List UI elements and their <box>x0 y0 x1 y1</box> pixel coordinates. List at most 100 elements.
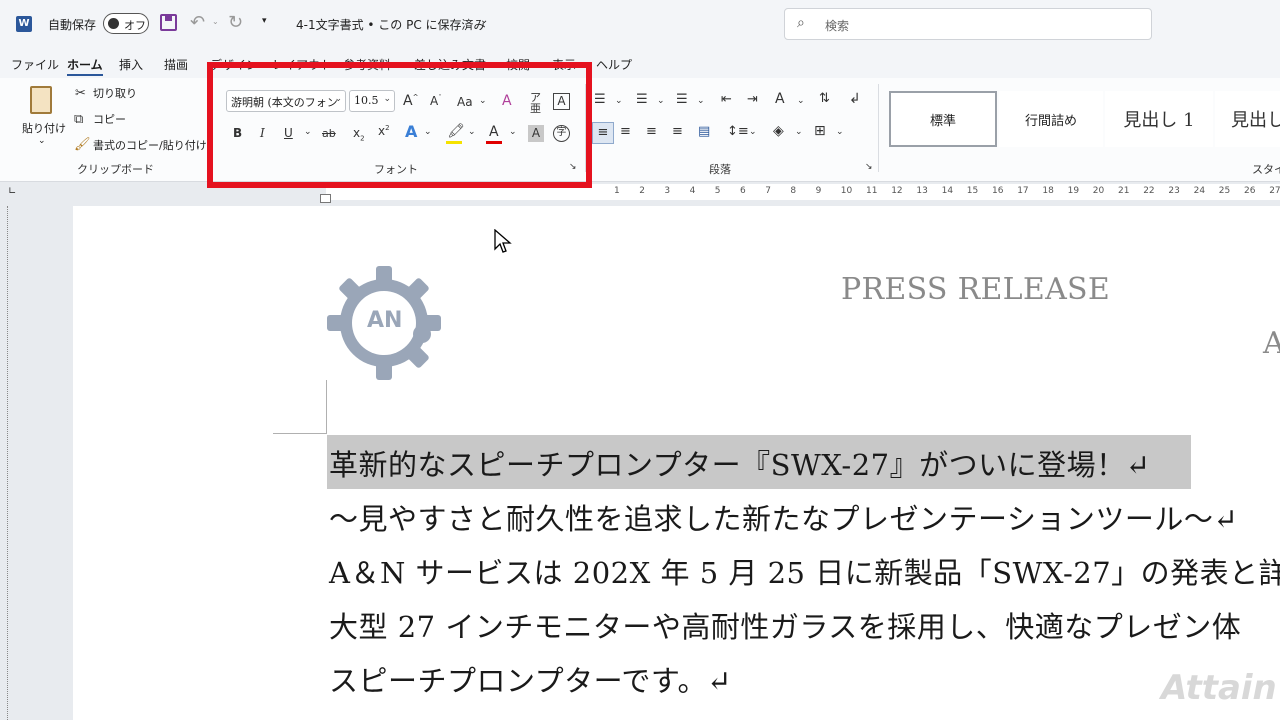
doc-line-1[interactable]: 革新的なスピーチプロンプター『SWX-27』がついに登場！↵ <box>329 442 1150 484</box>
save-icon[interactable] <box>160 14 177 31</box>
bullets-icon[interactable]: ☰ <box>594 93 606 106</box>
redo-icon[interactable]: ↻ <box>228 12 243 33</box>
style-heading-2-label: 見出し <box>1231 110 1280 131</box>
paste-button[interactable]: 貼り付け ⌄ <box>18 84 68 150</box>
shading-dropdown-icon[interactable]: ⌄ <box>795 128 803 137</box>
increase-indent-icon[interactable]: ⇥ <box>747 93 758 106</box>
ruler-number: 12 <box>891 186 903 196</box>
multilevel-list-icon[interactable]: ☰ <box>676 93 688 106</box>
ruler-number: 6 <box>740 186 746 196</box>
ruler-number: 20 <box>1092 186 1105 196</box>
doc-line-5[interactable]: スピーチプロンプターです。↵ <box>329 658 732 700</box>
autosave-state: オフ <box>124 19 146 32</box>
ruler-number: 10 <box>840 186 853 196</box>
style-normal-label: 標準 <box>929 113 956 129</box>
ruler-number: 23 <box>1168 186 1180 196</box>
tab-selector-icon[interactable]: ∟ <box>8 186 16 197</box>
line-spacing-dropdown-icon[interactable]: ⌄ <box>749 128 757 137</box>
style-heading-2[interactable]: 見出し <box>1215 91 1280 147</box>
shading-icon[interactable]: ◈ <box>773 124 784 138</box>
right-edge-text: A <box>1263 326 1280 361</box>
search-placeholder: 検索 <box>825 19 850 33</box>
copy-button[interactable]: コピー <box>93 114 126 125</box>
align-center-icon[interactable]: ≡ <box>620 125 631 138</box>
horizontal-ruler[interactable]: ∟ 1 2 3 4 5 6 7 8 9 10 11 12 13 14 15 16 17 18 19 20 21 22 23 2… <box>0 182 1280 203</box>
press-release-heading: PRESS RELEASE <box>841 272 1111 307</box>
separator <box>878 84 879 172</box>
style-normal[interactable]: 標準 <box>889 91 997 147</box>
style-heading-1[interactable]: 見出し 1 <box>1105 91 1213 147</box>
search-icon: ⌕ <box>797 15 805 31</box>
ruler-number: 19 <box>1067 186 1080 196</box>
cut-button[interactable]: 切り取り <box>93 88 137 99</box>
numbering-dropdown-icon[interactable]: ⌄ <box>657 97 665 106</box>
font-group-highlight <box>207 62 592 188</box>
document-page[interactable]: AN PRESS RELEASE A 革新的なスピーチプロンプター『SWX-27… <box>73 206 1280 720</box>
format-painter-button[interactable]: 書式のコピー/貼り付け <box>93 140 207 151</box>
doc-line-4[interactable]: 大型 27 インチモニターや高耐性ガラスを採用し、快適なプレゼン体 <box>329 604 1241 646</box>
align-left-icon[interactable]: ≡ <box>592 122 614 144</box>
document-title[interactable]: 4-1文字書式 • この PC に保存済み <box>296 16 486 33</box>
ruler-number: 22 <box>1143 186 1155 196</box>
ruler-number: 8 <box>790 186 797 196</box>
borders-icon[interactable]: ⊞ <box>814 124 826 138</box>
multilevel-dropdown-icon[interactable]: ⌄ <box>697 97 705 106</box>
numbering-icon[interactable]: ☰ <box>636 93 648 106</box>
ruler-number: 25 <box>1218 186 1231 196</box>
justify-icon[interactable]: ≡ <box>672 125 683 138</box>
autosave-toggle[interactable]: オフ <box>103 13 149 34</box>
word-app-icon: W <box>16 16 32 32</box>
tab-home[interactable]: ホーム <box>67 56 103 76</box>
ruler-number: 7 <box>765 186 771 196</box>
scissors-icon: ✂ <box>75 86 86 101</box>
tab-draw[interactable]: 描画 <box>164 56 188 73</box>
style-no-spacing-label: 行間詰め <box>1024 113 1077 129</box>
customize-toolbar-icon[interactable]: ▾ <box>262 16 267 26</box>
vruler-track <box>7 206 17 720</box>
copy-icon: ⧉ <box>74 112 84 127</box>
ruler-number: 1 <box>614 186 620 196</box>
distributed-icon[interactable]: ▤ <box>698 125 710 138</box>
doc-line-2[interactable]: ～見やすさと耐久性を追求した新たなプレゼンテーションツール～↵ <box>329 496 1238 538</box>
undo-icon[interactable]: ↶ <box>190 12 205 33</box>
ruler-number: 21 <box>1118 186 1130 196</box>
ruler-number: 2 <box>639 186 645 196</box>
asian-layout-icon[interactable]: A <box>775 92 785 106</box>
indent-marker-icon[interactable] <box>320 194 331 203</box>
toggle-knob <box>108 18 119 29</box>
mouse-cursor-icon <box>494 229 512 253</box>
ruler-number: 4 <box>689 186 696 196</box>
show-marks-icon[interactable]: ↲ <box>849 92 861 106</box>
paragraph-dialog-launcher-icon[interactable]: ↘ <box>865 163 873 172</box>
search-box[interactable]: ⌕ 検索 <box>784 8 1152 40</box>
format-painter-icon: 🖌 <box>74 137 91 152</box>
borders-dropdown-icon[interactable]: ⌄ <box>836 128 844 137</box>
doc-line-3[interactable]: A＆N サービスは 202X 年 5 月 25 日に新製品「SWX-27」の発表… <box>329 550 1280 592</box>
align-right-icon[interactable]: ≡ <box>646 125 657 138</box>
sort-icon[interactable]: ⇅ <box>819 92 830 105</box>
tab-help[interactable]: ヘルプ <box>596 56 632 73</box>
asian-layout-dropdown-icon[interactable]: ⌄ <box>797 97 805 106</box>
bullets-dropdown-icon[interactable]: ⌄ <box>615 97 623 106</box>
tab-file[interactable]: ファイル <box>11 56 59 73</box>
ruler-number: 17 <box>1017 186 1029 196</box>
ruler-number: 11 <box>866 186 878 196</box>
style-heading-1-label: 見出し 1 <box>1123 110 1195 131</box>
ruler-number: 26 <box>1244 186 1256 196</box>
autosave-label: 自動保存 <box>48 18 97 32</box>
decrease-indent-icon[interactable]: ⇤ <box>721 93 732 106</box>
ruler-number: 5 <box>714 186 721 196</box>
ruler-number: 15 <box>966 186 979 196</box>
ruler-number: 16 <box>992 186 1004 196</box>
paste-chevron-icon: ⌄ <box>38 136 46 146</box>
undo-dropdown-icon[interactable]: ⌄ <box>212 17 219 26</box>
vertical-ruler[interactable] <box>0 206 26 720</box>
style-no-spacing[interactable]: 行間詰め <box>999 91 1103 147</box>
ruler-number: 18 <box>1042 186 1054 196</box>
ruler-number: 9 <box>815 186 822 196</box>
ruler-number: 14 <box>941 186 954 196</box>
title-chevron-down-icon[interactable]: ⌄ <box>480 15 488 26</box>
line-spacing-icon[interactable]: ↕≡ <box>727 125 749 138</box>
margin-mark <box>326 380 327 434</box>
tab-insert[interactable]: 挿入 <box>119 56 143 73</box>
